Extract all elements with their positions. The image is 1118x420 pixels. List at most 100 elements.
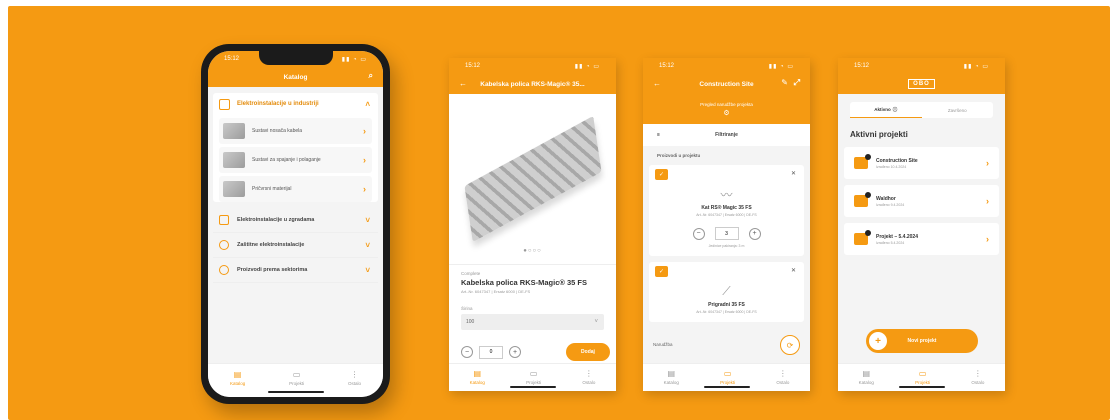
new-project-button[interactable]: + Novi projekt — [866, 329, 978, 353]
tab-projects[interactable]: ▭ Projekti — [289, 370, 304, 386]
factory-icon — [219, 98, 230, 110]
plus-button[interactable]: + — [748, 227, 761, 240]
tab-catalog[interactable]: ▤ Katalog — [230, 370, 245, 386]
catalog-icon: ▤ — [862, 369, 871, 378]
info-icon: ⓘ — [892, 106, 898, 112]
chevron-down-icon: ˅ — [365, 265, 370, 275]
project-name: Waldhor — [876, 195, 896, 202]
tab-label: Projekti — [289, 381, 305, 386]
category-buildings[interactable]: Elektroinstalacije u zgradama ˅ — [213, 208, 378, 233]
category-protection[interactable]: Zaštitne elektroinstalacije ˅ — [213, 233, 378, 258]
width-select[interactable]: 100 ˅ — [461, 314, 604, 330]
rod-thumb: ⟋ — [722, 283, 731, 298]
subcategory-label: Sustavi nosača kabela — [252, 128, 303, 134]
product-info: Complete Kabelska polica RKS-Magic® 35 F… — [449, 264, 616, 336]
share-icon[interactable]: ⤢ — [794, 78, 800, 88]
card-name: Kat RS® Magic 35 FS — [701, 205, 752, 211]
category-sectors[interactable]: Proizvodi prema sektorima ˅ — [213, 258, 378, 283]
building-icon — [219, 215, 229, 225]
check-icon[interactable]: ✓ — [655, 266, 668, 277]
catalog-title: Katalog — [283, 73, 308, 81]
back-arrow-icon[interactable]: ← — [653, 79, 661, 88]
status-time: 15:12 — [659, 63, 675, 69]
project-detail-screen: 15:12 ▮▮ ◔ ▭ ← Construction Site ✎ ⤢ Pre… — [643, 58, 810, 391]
catalog-screen: 15:12 ▮▮ ◔ ▭ Katalog ⌕ Elektroinstalacij… — [208, 51, 383, 397]
product-card[interactable]: ✓ ✕ ⟋ Prigradni 35 FS Art.-Nr. 6047347 |… — [649, 262, 804, 322]
carousel-dots[interactable]: ●○○○ — [523, 248, 542, 254]
category-industry[interactable]: Elektroinstalacije u industriji ˄ — [213, 93, 378, 115]
settings-icon[interactable]: ⚙ — [723, 109, 729, 117]
subcategory-item[interactable]: Pričvrsni materijal › — [219, 176, 372, 202]
fastening-thumb — [223, 181, 245, 197]
quantity-input[interactable]: 3 — [714, 227, 739, 240]
share-icon — [219, 265, 229, 275]
tab-label: Katalog — [229, 381, 246, 386]
folder-icon — [854, 230, 871, 245]
tab-more[interactable]: ⋮ Ostalo — [776, 369, 789, 391]
chevron-down-icon: ˅ — [594, 319, 598, 325]
tab-more[interactable]: ⋮ Ostalo — [971, 369, 984, 391]
quantity-input[interactable]: 0 — [479, 345, 503, 359]
pack-hint: Jedinice pakiranja: 3 m — [708, 244, 745, 248]
home-indicator — [267, 390, 324, 393]
catalog-icon: ▤ — [473, 369, 482, 378]
filter-bar[interactable]: ≡ Filtriranje — [643, 124, 810, 146]
tab-more[interactable]: ⋮ Ostalo — [582, 369, 595, 391]
status-bar: 15:12 ▮▮ ◔ ▭ — [449, 58, 616, 74]
category-label: Elektroinstalacije u industriji — [237, 101, 319, 107]
card-name: Prigradni 35 FS — [708, 302, 745, 308]
project-titlebar: ← Construction Site ✎ ⤢ — [643, 74, 810, 94]
close-icon[interactable]: ✕ — [791, 267, 796, 274]
chevron-right-icon: › — [986, 196, 989, 206]
minus-button[interactable]: − — [461, 346, 473, 358]
edit-icon[interactable]: ✎ — [781, 78, 788, 87]
tab-catalog[interactable]: ▤ Katalog — [859, 369, 874, 391]
status-time: 15:12 — [224, 56, 240, 62]
subcategory-item[interactable]: Sustavi nosača kabela › — [219, 118, 372, 144]
product-card[interactable]: ✓ ✕ 〰 Kat RS® Magic 35 FS Art.-Nr. 60473… — [649, 165, 804, 256]
project-name: Construction Site — [876, 157, 918, 164]
chevron-right-icon: › — [363, 126, 366, 136]
tab-finished[interactable]: Završeno — [922, 102, 994, 118]
tab-label: Ostalo — [582, 380, 596, 385]
status-bar: 15:12 ▮▮ ◔ ▭ — [643, 58, 810, 74]
tab-label: Projekti — [720, 380, 736, 385]
more-icon: ⋮ — [584, 369, 593, 378]
product-image[interactable]: ●○○○ — [449, 94, 616, 264]
tab-label: Katalog — [663, 380, 679, 385]
project-item[interactable]: Projekt – 5.4.2024 Izrađeno 5.4.2024 › — [844, 223, 999, 255]
tab-more[interactable]: ⋮ Ostalo — [348, 370, 361, 386]
more-icon: ⋮ — [778, 369, 787, 378]
minus-button[interactable]: − — [692, 227, 705, 240]
tab-catalog[interactable]: ▤ Katalog — [664, 369, 679, 391]
tab-active[interactable]: Aktivno ⓘ — [850, 102, 922, 118]
order-button[interactable]: ⟳ — [780, 335, 800, 355]
project-item[interactable]: Construction Site Izrađeno 10.4.2024 › — [844, 147, 999, 179]
filter-label: Filtriranje — [715, 132, 738, 138]
tab-catalog[interactable]: ▤ Katalog — [470, 369, 485, 391]
folder-icon — [854, 154, 871, 169]
back-arrow-icon[interactable]: ← — [459, 79, 467, 88]
tray-thumb: 〰 — [720, 187, 733, 202]
chevron-down-icon: ˅ — [365, 215, 370, 225]
shield-icon — [219, 240, 229, 250]
projects-header: 15:12 ▮▮ ◔ ▭ OBO — [838, 58, 1005, 94]
subcategory-item[interactable]: Sustavi za spajanje i polaganje › — [219, 147, 372, 173]
plus-button[interactable]: + — [509, 346, 521, 358]
add-button[interactable]: Dodaj — [566, 343, 610, 361]
product-titlebar: ← Kabelska polica RKS-Magic® 35... — [449, 74, 616, 94]
project-item[interactable]: Waldhor Izrađeno 9.4.2024 › — [844, 185, 999, 217]
product-header-title: Kabelska polica RKS-Magic® 35... — [480, 80, 585, 88]
project-name: Projekt – 5.4.2024 — [876, 233, 918, 240]
projects-screen: 15:12 ▮▮ ◔ ▭ OBO Aktivno ⓘ Završeno Akti… — [838, 58, 1005, 391]
active-projects-heading: Aktivni projekti — [850, 130, 908, 139]
quantity-stepper: − 3 + — [657, 227, 796, 240]
width-label: Širina — [461, 306, 473, 311]
home-indicator — [509, 386, 556, 388]
chevron-right-icon: › — [986, 158, 989, 168]
chevron-right-icon: › — [363, 155, 366, 165]
folder-icon: ▭ — [723, 369, 732, 378]
close-icon[interactable]: ✕ — [791, 170, 796, 177]
check-icon[interactable]: ✓ — [655, 169, 668, 180]
search-icon[interactable]: ⌕ — [369, 71, 373, 81]
